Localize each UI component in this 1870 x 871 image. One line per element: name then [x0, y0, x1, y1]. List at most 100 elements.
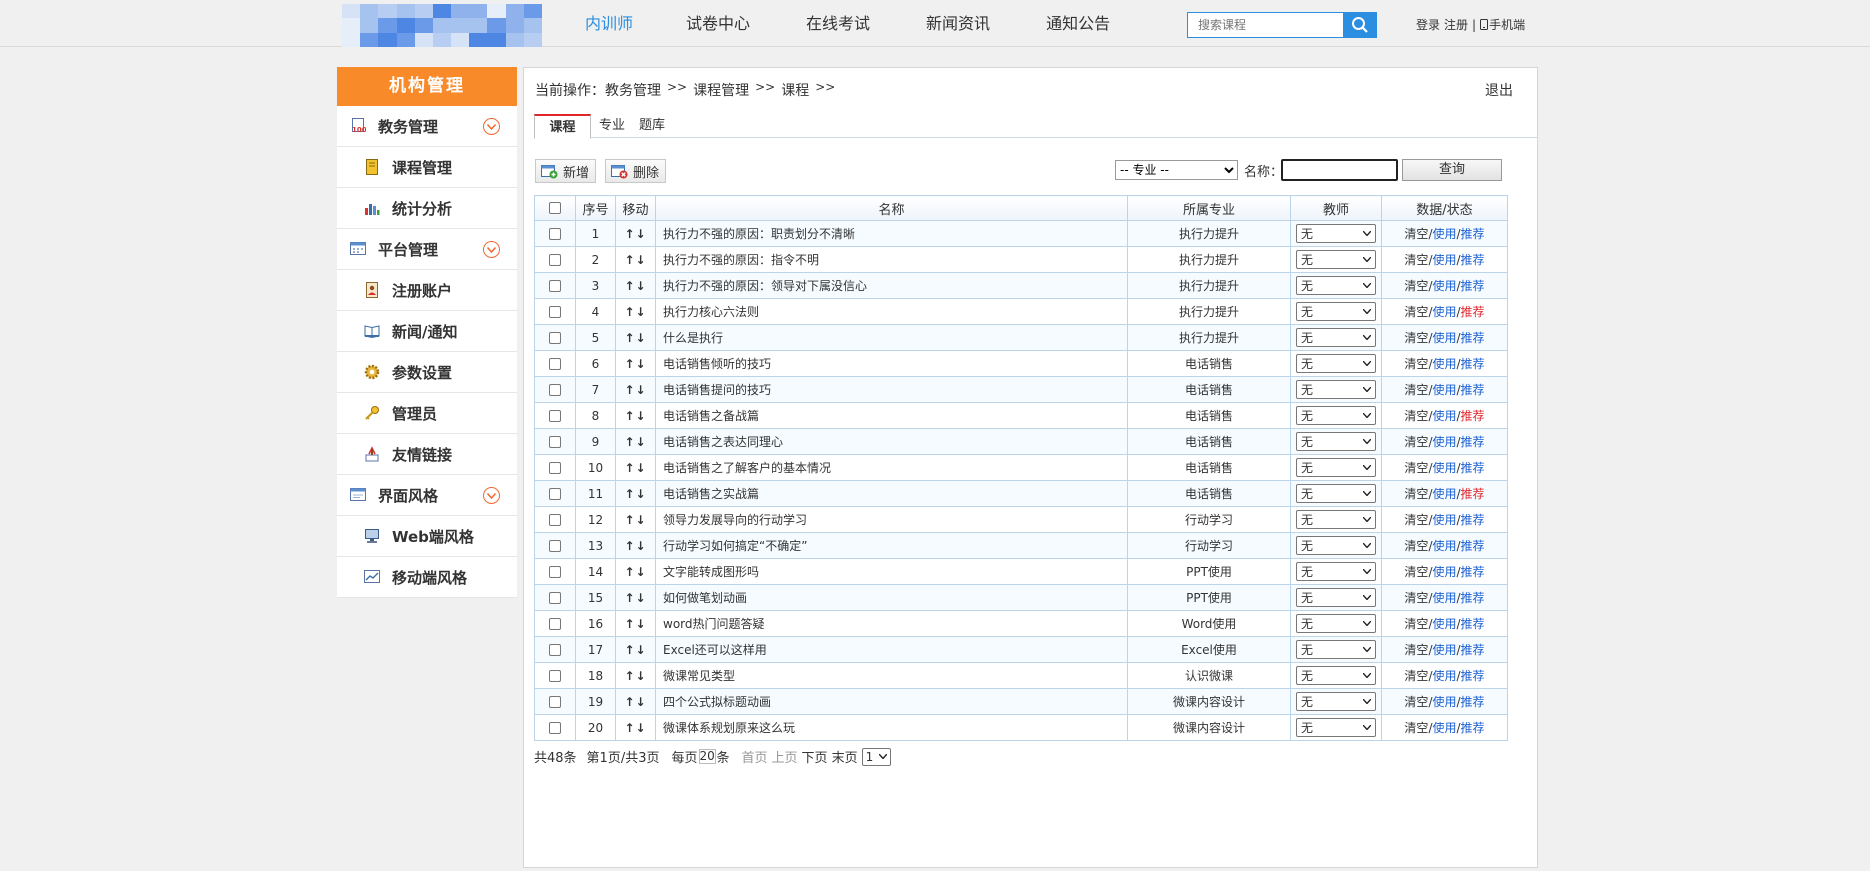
clear-link[interactable]: 清空: [1404, 643, 1428, 657]
nav-item[interactable]: 试卷中心: [658, 0, 778, 47]
row-course-name[interactable]: 文字能转成图形吗: [655, 558, 1128, 585]
clear-link[interactable]: 清空: [1404, 435, 1428, 449]
row-course-name[interactable]: 电话销售之实战篇: [655, 480, 1128, 507]
sidebar-item[interactable]: 参数设置: [337, 352, 517, 393]
row-checkbox[interactable]: [549, 306, 561, 318]
clear-link[interactable]: 清空: [1404, 461, 1428, 475]
pager-last[interactable]: 末页: [832, 747, 858, 766]
use-link[interactable]: 使用: [1432, 279, 1456, 293]
row-checkbox[interactable]: [549, 566, 561, 578]
row-teacher-select[interactable]: 无: [1296, 718, 1376, 737]
pager-next[interactable]: 下页: [802, 747, 828, 766]
row-move-arrows[interactable]: ↑↓: [615, 298, 656, 325]
recommend-link[interactable]: 推荐: [1461, 305, 1485, 319]
site-logo[interactable]: [342, 4, 542, 47]
sidebar-item[interactable]: Web端风格: [337, 516, 517, 557]
sidebar-group[interactable]: 界面风格: [337, 475, 517, 516]
sidebar-item[interactable]: 注册账户: [337, 270, 517, 311]
sidebar-group-toggle[interactable]: [483, 241, 500, 258]
sidebar-group-toggle[interactable]: [483, 487, 500, 504]
use-link[interactable]: 使用: [1432, 565, 1456, 579]
row-teacher-select[interactable]: 无: [1296, 562, 1376, 581]
recommend-link[interactable]: 推荐: [1461, 487, 1485, 501]
row-checkbox[interactable]: [549, 696, 561, 708]
clear-link[interactable]: 清空: [1404, 409, 1428, 423]
clear-link[interactable]: 清空: [1404, 695, 1428, 709]
use-link[interactable]: 使用: [1432, 409, 1456, 423]
recommend-link[interactable]: 推荐: [1461, 695, 1485, 709]
row-checkbox[interactable]: [549, 358, 561, 370]
row-move-arrows[interactable]: ↑↓: [615, 324, 656, 351]
use-link[interactable]: 使用: [1432, 669, 1456, 683]
row-teacher-select[interactable]: 无: [1296, 380, 1376, 399]
recommend-link[interactable]: 推荐: [1461, 357, 1485, 371]
row-course-name[interactable]: 电话销售之备战篇: [655, 402, 1128, 429]
row-checkbox[interactable]: [549, 540, 561, 552]
row-course-name[interactable]: word热门问题答疑: [655, 610, 1128, 637]
use-link[interactable]: 使用: [1432, 617, 1456, 631]
row-course-name[interactable]: 电话销售提问的技巧: [655, 376, 1128, 403]
row-teacher-select[interactable]: 无: [1296, 666, 1376, 685]
row-course-name[interactable]: 什么是执行: [655, 324, 1128, 351]
use-link[interactable]: 使用: [1432, 357, 1456, 371]
row-checkbox[interactable]: [549, 514, 561, 526]
search-button[interactable]: [1343, 12, 1377, 38]
clear-link[interactable]: 清空: [1404, 253, 1428, 267]
row-move-arrows[interactable]: ↑↓: [615, 584, 656, 611]
row-course-name[interactable]: 电话销售倾听的技巧: [655, 350, 1128, 377]
recommend-link[interactable]: 推荐: [1461, 279, 1485, 293]
clear-link[interactable]: 清空: [1404, 357, 1428, 371]
row-move-arrows[interactable]: ↑↓: [615, 558, 656, 585]
recommend-link[interactable]: 推荐: [1461, 539, 1485, 553]
major-filter-select[interactable]: -- 专业 --: [1115, 160, 1238, 180]
tab-major[interactable]: 专业: [592, 114, 632, 139]
row-teacher-select[interactable]: 无: [1296, 224, 1376, 243]
row-teacher-select[interactable]: 无: [1296, 640, 1376, 659]
row-move-arrows[interactable]: ↑↓: [615, 272, 656, 299]
clear-link[interactable]: 清空: [1404, 591, 1428, 605]
pager-per-page-input[interactable]: 20: [698, 749, 716, 764]
mobile-link[interactable]: 手机端: [1489, 16, 1525, 33]
clear-link[interactable]: 清空: [1404, 669, 1428, 683]
recommend-link[interactable]: 推荐: [1461, 331, 1485, 345]
row-checkbox[interactable]: [549, 488, 561, 500]
recommend-link[interactable]: 推荐: [1461, 461, 1485, 475]
query-button[interactable]: 查询: [1402, 159, 1502, 181]
recommend-link[interactable]: 推荐: [1461, 513, 1485, 527]
row-course-name[interactable]: 领导力发展导向的行动学习: [655, 506, 1128, 533]
nav-item[interactable]: 新闻资讯: [898, 0, 1018, 47]
row-teacher-select[interactable]: 无: [1296, 484, 1376, 503]
clear-link[interactable]: 清空: [1404, 331, 1428, 345]
row-move-arrows[interactable]: ↑↓: [615, 454, 656, 481]
use-link[interactable]: 使用: [1432, 253, 1456, 267]
use-link[interactable]: 使用: [1432, 435, 1456, 449]
recommend-link[interactable]: 推荐: [1461, 617, 1485, 631]
row-course-name[interactable]: 电话销售之表达同理心: [655, 428, 1128, 455]
row-move-arrows[interactable]: ↑↓: [615, 480, 656, 507]
row-teacher-select[interactable]: 无: [1296, 614, 1376, 633]
delete-button[interactable]: 删除: [605, 159, 667, 183]
use-link[interactable]: 使用: [1432, 539, 1456, 553]
row-teacher-select[interactable]: 无: [1296, 406, 1376, 425]
use-link[interactable]: 使用: [1432, 227, 1456, 241]
row-checkbox[interactable]: [549, 332, 561, 344]
clear-link[interactable]: 清空: [1404, 227, 1428, 241]
sidebar-item[interactable]: 统计分析: [337, 188, 517, 229]
recommend-link[interactable]: 推荐: [1461, 565, 1485, 579]
row-teacher-select[interactable]: 无: [1296, 354, 1376, 373]
use-link[interactable]: 使用: [1432, 695, 1456, 709]
nav-item[interactable]: 通知公告: [1018, 0, 1138, 47]
sidebar-item[interactable]: 移动端风格: [337, 557, 517, 598]
tab-question-bank[interactable]: 题库: [632, 114, 672, 139]
row-checkbox[interactable]: [549, 384, 561, 396]
row-checkbox[interactable]: [549, 462, 561, 474]
row-course-name[interactable]: 微课体系规划原来这么玩: [655, 714, 1128, 741]
row-teacher-select[interactable]: 无: [1296, 510, 1376, 529]
sidebar-item[interactable]: 课程管理: [337, 147, 517, 188]
row-move-arrows[interactable]: ↑↓: [615, 246, 656, 273]
sidebar-item[interactable]: 友情链接: [337, 434, 517, 475]
row-course-name[interactable]: 电话销售之了解客户的基本情况: [655, 454, 1128, 481]
sidebar-item[interactable]: 新闻/通知: [337, 311, 517, 352]
row-teacher-select[interactable]: 无: [1296, 302, 1376, 321]
use-link[interactable]: 使用: [1432, 643, 1456, 657]
